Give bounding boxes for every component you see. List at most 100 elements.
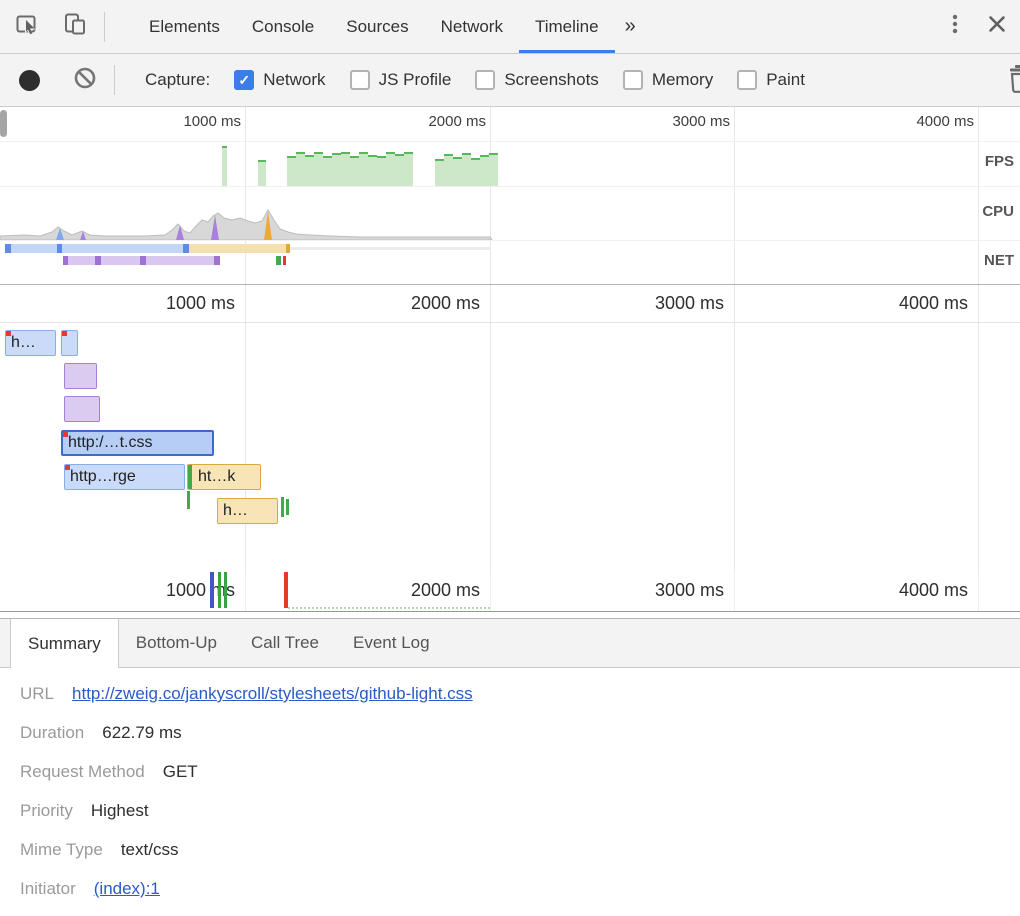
checkbox-icon (623, 70, 643, 90)
long-task-marker (65, 465, 70, 470)
ruler-tick-label: 3000 ms (604, 580, 724, 601)
tab-call-tree[interactable]: Call Tree (234, 619, 336, 667)
kebab-menu-button[interactable] (938, 10, 972, 44)
ruler-tick-label: 4000 ms (848, 293, 968, 314)
more-panels-button[interactable]: » (615, 0, 646, 53)
row-separator (0, 186, 1020, 187)
tab-bottom-up[interactable]: Bottom-Up (119, 619, 234, 667)
gridline (490, 570, 491, 611)
ruler-tick-label: 3000 ms (620, 113, 730, 130)
network-request-bar[interactable]: h… (5, 330, 56, 356)
initiator-link[interactable]: (index):1 (94, 877, 160, 901)
tab-timeline[interactable]: Timeline (519, 0, 615, 53)
timeline-flame-chart[interactable]: 1000 ms2000 ms3000 ms4000 msh…http:/…t.c… (0, 285, 1020, 570)
record-button[interactable] (12, 63, 46, 97)
inspect-element-button[interactable] (10, 10, 44, 44)
fps-bar (489, 153, 498, 186)
summary-row-url: URL http://zweig.co/jankyscroll/styleshe… (20, 682, 1020, 706)
field-value: GET (163, 760, 198, 784)
ruler-tick-label: 4000 ms (848, 580, 968, 601)
garbage-collect-button[interactable] (1002, 63, 1020, 97)
ruler-tick-label: 1000 ms (115, 580, 235, 601)
url-link[interactable]: http://zweig.co/jankyscroll/stylesheets/… (72, 682, 473, 706)
capture-checkbox-js-profile[interactable]: JS Profile (350, 70, 452, 90)
network-request-bar[interactable] (61, 330, 78, 356)
summary-row-priority: Priority Highest (20, 799, 1020, 823)
tab-console[interactable]: Console (236, 0, 330, 53)
net-activity-bar (140, 256, 146, 265)
fps-bar (480, 155, 489, 186)
bottom-time-ruler[interactable]: 1000 ms2000 ms3000 ms4000 ms (0, 570, 1020, 612)
checkbox-icon: ✓ (234, 70, 254, 90)
network-request-bar[interactable]: h… (217, 498, 278, 524)
checkbox-label: Network (263, 70, 325, 90)
network-request-bar[interactable] (64, 396, 100, 422)
net-activity-bar (57, 244, 62, 253)
record-icon (19, 70, 40, 91)
toolbar-separator (114, 65, 115, 95)
inspect-icon (14, 11, 40, 42)
field-label: URL (20, 682, 54, 706)
tab-event-log[interactable]: Event Log (336, 619, 447, 667)
fps-bar (377, 156, 386, 186)
capture-checkbox-paint[interactable]: Paint (737, 70, 805, 90)
capture-label: Capture: (145, 70, 210, 90)
field-value: 622.79 ms (102, 721, 181, 745)
capture-checkbox-network[interactable]: ✓ Network (234, 70, 325, 90)
kebab-menu-icon (942, 11, 968, 42)
field-label: Duration (20, 721, 84, 745)
device-toolbar-icon (62, 11, 88, 42)
network-request-bar[interactable] (64, 363, 97, 389)
network-request-bar[interactable]: ht…k (187, 464, 261, 490)
device-toolbar-button[interactable] (58, 10, 92, 44)
trash-icon (1005, 63, 1020, 98)
net-activity-bar (5, 244, 189, 253)
tab-sources[interactable]: Sources (330, 0, 424, 53)
fps-bar (305, 155, 314, 186)
summary-row-duration: Duration 622.79 ms (20, 721, 1020, 745)
gridline (978, 570, 979, 611)
checkbox-icon (737, 70, 757, 90)
ruler-tick-label: 4000 ms (864, 113, 974, 130)
tab-summary[interactable]: Summary (10, 619, 119, 668)
timeline-overview-pane[interactable]: FPS CPU NET 1000 ms2000 ms3000 ms4000 ms (0, 107, 1020, 285)
fps-bar (471, 158, 480, 186)
ruler-tick-label: 1000 ms (131, 113, 241, 130)
details-tabbar: Summary Bottom-Up Call Tree Event Log (0, 618, 1020, 668)
summary-row-request-method: Request Method GET (20, 760, 1020, 784)
capture-checkbox-memory[interactable]: Memory (623, 70, 713, 90)
summary-row-mime-type: Mime Type text/css (20, 838, 1020, 862)
field-label: Priority (20, 799, 73, 823)
checkbox-label: Memory (652, 70, 713, 90)
overview-row-label-fps: FPS (985, 153, 1014, 170)
fps-bar (435, 159, 444, 186)
gridline (734, 285, 735, 570)
field-label: Request Method (20, 760, 145, 784)
tab-network[interactable]: Network (425, 0, 519, 53)
close-button[interactable] (980, 10, 1014, 44)
main-toolbar: Elements Console Sources Network Timelin… (0, 0, 1020, 54)
clear-button[interactable] (68, 63, 102, 97)
fps-bar (222, 146, 227, 186)
overview-scroll-grip[interactable] (0, 110, 7, 137)
net-activity-bar (290, 247, 490, 250)
field-value: text/css (121, 838, 179, 862)
fps-bar (404, 152, 413, 186)
network-request-bar[interactable]: http…rge (64, 464, 185, 490)
fps-bar (350, 156, 359, 186)
field-value: Highest (91, 799, 149, 823)
fps-trace-baseline (288, 607, 490, 609)
fps-bar (368, 155, 377, 186)
network-request-bar[interactable]: http:/…t.css (61, 430, 214, 456)
toolbar-separator (104, 12, 105, 42)
checkbox-label: JS Profile (379, 70, 452, 90)
capture-checkbox-screenshots[interactable]: Screenshots (475, 70, 599, 90)
fps-bar (444, 154, 453, 186)
gridline (245, 570, 246, 611)
net-activity-bar (283, 256, 286, 265)
gridline (245, 285, 246, 570)
timeline-event-mark (210, 572, 214, 608)
tab-elements[interactable]: Elements (133, 0, 236, 53)
fps-bar (395, 154, 404, 186)
long-task-marker (62, 331, 67, 336)
